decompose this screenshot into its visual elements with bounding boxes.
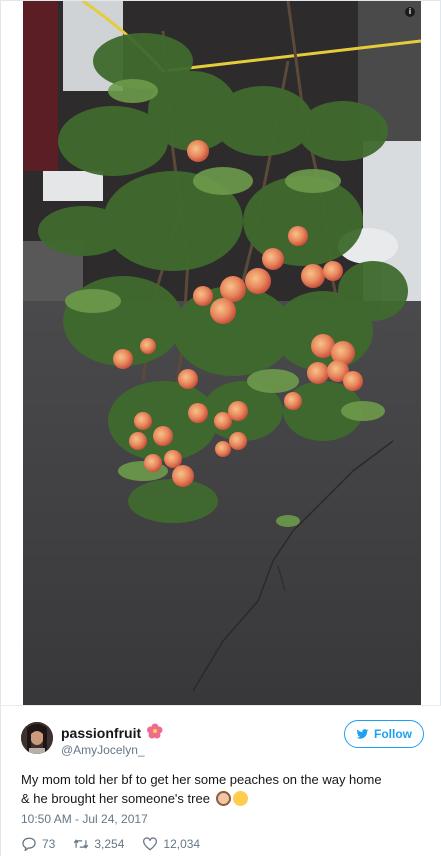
user-handle[interactable]: @AmyJocelyn_ — [61, 743, 145, 757]
follow-label: Follow — [374, 727, 412, 741]
display-name[interactable]: passionfruit — [61, 725, 141, 741]
tweet-photo[interactable]: i — [23, 1, 421, 705]
twitter-bird-icon — [356, 728, 369, 739]
tweet-text-line-2: & he brought her someone's tree — [21, 789, 421, 808]
info-icon[interactable]: i — [405, 7, 415, 17]
follow-button[interactable]: Follow — [344, 720, 424, 748]
reply-icon — [22, 837, 36, 851]
laughing-emoji-icon — [232, 791, 248, 806]
tweet-text-line-2-text: & he brought her someone's tree — [21, 791, 210, 806]
left-margin — [1, 1, 23, 705]
retweet-icon — [74, 839, 89, 849]
avatar-image — [21, 722, 53, 754]
avatar[interactable] — [21, 722, 53, 754]
tweet-text: My mom told her bf to get her some peach… — [21, 770, 421, 808]
like-count: 12,034 — [163, 837, 201, 851]
tweet-text-line-1: My mom told her bf to get her some peach… — [21, 772, 382, 787]
peach-tree-photo — [23, 1, 421, 705]
reply-button[interactable]: 73 — [21, 837, 55, 851]
tweet-timestamp[interactable]: 10:50 AM - Jul 24, 2017 — [21, 812, 148, 826]
retweet-button[interactable]: 3,254 — [73, 837, 124, 851]
woman-shrugging-emoji-icon — [215, 791, 231, 806]
reply-count: 73 — [42, 837, 56, 851]
tweet-actions: 73 3,254 12,034 — [21, 836, 218, 852]
like-button[interactable]: 12,034 — [142, 837, 200, 851]
like-icon — [143, 837, 158, 851]
hibiscus-icon — [147, 723, 163, 742]
retweet-count: 3,254 — [94, 837, 125, 851]
right-margin — [419, 1, 440, 705]
tweet-embed: i passionfruit @AmyJocelyn_ Follow My mo… — [0, 0, 441, 856]
tweet-footer: passionfruit @AmyJocelyn_ Follow My mom … — [1, 705, 441, 856]
